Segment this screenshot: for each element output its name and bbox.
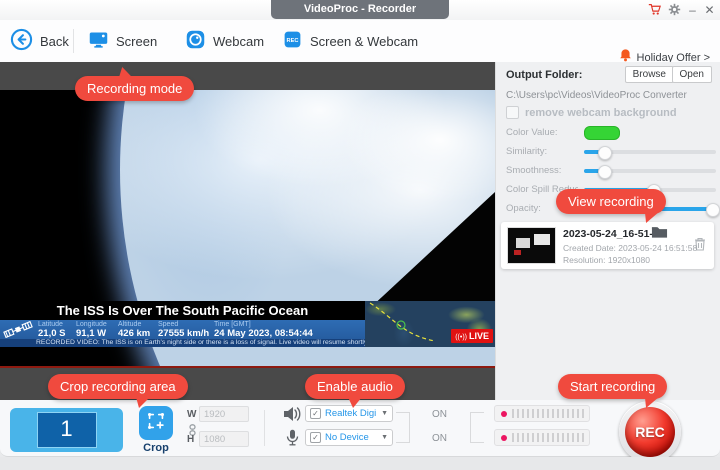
crop-label: Crop	[143, 442, 169, 454]
microphone-level-meter	[494, 429, 590, 446]
width-input[interactable]	[199, 406, 249, 422]
live-badge: ((•)) LIVE	[451, 329, 493, 343]
connector-bracket	[470, 412, 484, 443]
browse-button[interactable]: Browse	[624, 66, 674, 83]
similarity-slider-thumb[interactable]	[597, 146, 612, 160]
display-number: 1	[36, 412, 97, 448]
back-button[interactable]: Back	[10, 28, 69, 54]
callout-view-recording: View recording	[556, 189, 666, 223]
open-button[interactable]: Open	[671, 66, 712, 83]
svg-text:REC: REC	[287, 38, 299, 44]
chevron-down-icon: ▼	[381, 410, 388, 417]
setting-color-value: Color Value:	[506, 126, 711, 140]
chevron-down-icon: ▼	[381, 434, 388, 441]
iss-stats-bar: Latitude 21,0 S Longitude 91,1 W Altitude 4…	[0, 320, 365, 339]
microphone-enabled-checkbox[interactable]: ✓	[310, 432, 321, 443]
width-label: W	[187, 409, 197, 420]
height-input[interactable]	[199, 431, 249, 447]
title-bar: VideoProc - Recorder – ✕	[0, 0, 720, 21]
record-button-label: REC	[635, 424, 665, 440]
microphone-icon[interactable]	[286, 429, 299, 451]
gear-icon[interactable]	[667, 3, 682, 18]
screen-webcam-rec-icon: REC	[282, 29, 303, 53]
stat-longitude: Longitude 91,1 W	[76, 321, 107, 339]
bottom-control-bar: 1 Crop W H ✓ Realtek Digi... ▼ ✓ No Devi…	[0, 400, 720, 463]
mode-webcam-label: Webcam	[213, 33, 265, 49]
mode-screen-label: Screen	[116, 33, 158, 49]
callout-crop-area: Crop recording area	[48, 374, 188, 408]
screen-icon	[88, 29, 109, 53]
callout-start-recording: Start recording	[558, 374, 668, 408]
recording-resolution: Resolution: 1920x1080	[563, 255, 650, 265]
meter-dot	[501, 435, 507, 441]
setting-similarity: Similarity:	[506, 145, 716, 160]
open-folder-icon[interactable]	[651, 225, 668, 244]
record-button[interactable]: REC	[619, 401, 681, 463]
cart-icon[interactable]	[647, 3, 662, 18]
mode-screen-webcam-button[interactable]: REC Screen & Webcam	[282, 28, 418, 54]
bottom-divider	[264, 410, 265, 446]
webcam-icon	[185, 29, 206, 53]
iss-headline: The ISS Is Over The South Pacific Ocean	[0, 301, 365, 320]
preview-stage: The ISS Is Over The South Pacific Ocean …	[0, 62, 495, 400]
recording-created: Created Date: 2023-05-24 16:51:58	[563, 243, 698, 253]
back-icon	[10, 28, 33, 54]
speaker-icon[interactable]	[283, 406, 301, 427]
stat-speed: Speed 27555 km/h	[158, 321, 210, 339]
crop-icon	[145, 410, 167, 437]
color-swatch[interactable]	[584, 126, 620, 140]
opacity-slider-thumb[interactable]	[706, 203, 720, 217]
close-icon[interactable]: ✕	[702, 3, 717, 18]
back-label: Back	[40, 33, 69, 49]
meter-dot	[501, 411, 507, 417]
remove-webcam-bg-checkbox[interactable]	[506, 106, 519, 119]
minimize-icon[interactable]: –	[685, 3, 700, 18]
ground-track-map: ((•)) LIVE	[365, 301, 495, 347]
settings-panel: Output Folder: Browse Open C:\Users\pc\V…	[495, 62, 720, 400]
mode-webcam-button[interactable]: Webcam	[185, 28, 264, 54]
window-title: VideoProc - Recorder	[271, 0, 449, 19]
microphone-state: ON	[432, 433, 447, 444]
smoothness-slider[interactable]	[584, 165, 716, 179]
mode-screen-button[interactable]: Screen	[88, 28, 157, 54]
stat-time: Time [GMT] 24 May 2023, 08:54:44	[214, 321, 313, 339]
connector-bracket	[396, 412, 410, 443]
remove-webcam-bg-row: remove webcam background	[506, 106, 677, 119]
similarity-slider[interactable]	[584, 146, 716, 160]
height-label: H	[187, 434, 195, 445]
crop-button[interactable]	[139, 406, 173, 440]
output-folder-label: Output Folder:	[506, 69, 583, 81]
speaker-state: ON	[432, 409, 447, 420]
speaker-level-meter	[494, 405, 590, 422]
recording-card[interactable]: 2023-05-24_16-51-5... Created Date: 2023…	[501, 222, 714, 269]
stat-altitude: Altitude 426 km	[118, 321, 151, 339]
microphone-device-select[interactable]: ✓ No Device ▼	[305, 429, 393, 446]
video-preview: The ISS Is Over The South Pacific Ocean …	[0, 90, 495, 368]
display-select-button[interactable]: 1	[10, 408, 123, 452]
window-footer	[0, 457, 720, 470]
stat-latitude: Latitude 21,0 S	[38, 321, 66, 339]
callout-enable-audio: Enable audio	[305, 374, 405, 408]
remove-webcam-bg-label: remove webcam background	[525, 106, 677, 119]
crop-bottom-line	[0, 366, 495, 368]
output-path: C:\Users\pc\Videos\VideoProc Converter	[506, 90, 687, 101]
toolbar: Back Screen Webcam REC Screen & Webcam H…	[0, 20, 720, 64]
setting-smoothness: Smoothness:	[506, 164, 716, 179]
mode-screen-webcam-label: Screen & Webcam	[310, 33, 419, 49]
recording-thumbnail	[507, 227, 556, 264]
iss-ticker: RECORDED VIDEO: The ISS is on Earth's ni…	[0, 339, 365, 347]
toolbar-divider	[73, 29, 74, 53]
speaker-enabled-checkbox[interactable]: ✓	[310, 408, 321, 419]
smoothness-slider-thumb[interactable]	[597, 165, 612, 179]
callout-recording-mode: Recording mode	[75, 67, 195, 101]
